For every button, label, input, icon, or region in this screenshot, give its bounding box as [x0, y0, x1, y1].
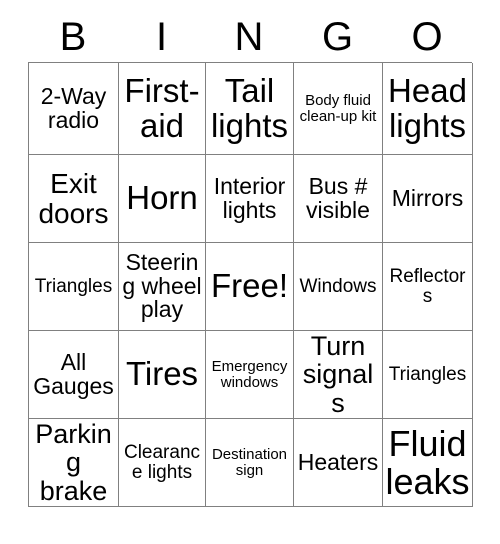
bingo-cell-label: Body fluid clean-up kit [299, 91, 377, 125]
bingo-header-letter-n: N [234, 15, 264, 59]
bingo-cell[interactable]: Steering wheel play [119, 243, 206, 331]
bingo-cell[interactable]: Fluid leaks [383, 419, 473, 507]
bingo-cell-label: Triangles [34, 275, 113, 297]
bingo-cell[interactable]: Mirrors [383, 155, 473, 243]
bingo-cell-label: Head lights [388, 72, 467, 144]
bingo-cell[interactable]: Bus # visible [294, 155, 383, 243]
bingo-cell[interactable]: Heaters [294, 419, 383, 507]
bingo-cell-label: Bus # visible [306, 172, 370, 223]
bingo-cell[interactable]: Head lights [383, 63, 473, 155]
bingo-cell[interactable]: 2-Way radio [29, 63, 119, 155]
bingo-cell-label: 2-Way radio [40, 82, 107, 133]
bingo-cell-label: Free! [210, 267, 289, 305]
bingo-cell-label: Emergency windows [211, 357, 288, 391]
bingo-cell-label: Fluid leaks [385, 423, 470, 502]
bingo-cell[interactable]: Tires [119, 331, 206, 419]
bingo-cell-label: Mirrors [391, 184, 464, 211]
bingo-cell-label: Exit doors [38, 168, 109, 229]
bingo-cell-label: Interior lights [213, 172, 286, 223]
bingo-cell-label: Windows [299, 275, 377, 297]
bingo-cell-label: First-aid [124, 72, 200, 144]
bingo-cell-label: Tires [125, 355, 199, 393]
bingo-grid: 2-Way radio First-aid Tail lights Body flui… [28, 62, 473, 507]
bingo-cell[interactable]: Triangles [29, 243, 119, 331]
bingo-card: B I N G O 2-Way radio First-aid Tail light… [28, 12, 473, 507]
bingo-cell[interactable]: Triangles [383, 331, 473, 419]
bingo-cell[interactable]: Interior lights [206, 155, 294, 243]
bingo-cell[interactable]: First-aid [119, 63, 206, 155]
bingo-cell-label: Clearance lights [123, 441, 201, 483]
bingo-header-letter-b: B [59, 15, 87, 59]
bingo-cell[interactable]: Reflectors [383, 243, 473, 331]
bingo-cell-label: Heaters [297, 448, 379, 475]
bingo-cell[interactable]: Parking brake [29, 419, 119, 507]
bingo-cell[interactable]: Clearance lights [119, 419, 206, 507]
bingo-header-letter-i: I [155, 15, 168, 59]
bingo-cell-label: All Gauges [33, 348, 114, 399]
bingo-cell-label: Triangles [388, 363, 467, 385]
bingo-cell[interactable]: Exit doors [29, 155, 119, 243]
bingo-cell-label: Parking brake [35, 419, 112, 506]
bingo-cell-label: Reflectors [389, 265, 466, 307]
bingo-cell-label: Destination sign [211, 445, 288, 479]
bingo-free-cell[interactable]: Free! [206, 243, 294, 331]
bingo-cell[interactable]: Tail lights [206, 63, 294, 155]
bingo-cell[interactable]: Horn [119, 155, 206, 243]
bingo-header-letter-g: G [321, 15, 354, 59]
bingo-cell-label: Steering wheel play [122, 248, 202, 323]
bingo-cell[interactable]: Turn signals [294, 331, 383, 419]
bingo-cell-label: Turn signals [302, 331, 374, 418]
bingo-cell[interactable]: Destination sign [206, 419, 294, 507]
bingo-cell[interactable]: Emergency windows [206, 331, 294, 419]
bingo-header-row: B I N G O [28, 12, 472, 62]
bingo-cell-label: Horn [126, 179, 198, 217]
bingo-cell[interactable]: Body fluid clean-up kit [294, 63, 383, 155]
bingo-cell-label: Tail lights [210, 72, 289, 144]
bingo-cell[interactable]: Windows [294, 243, 383, 331]
bingo-header-letter-o: O [411, 15, 443, 59]
bingo-cell[interactable]: All Gauges [29, 331, 119, 419]
